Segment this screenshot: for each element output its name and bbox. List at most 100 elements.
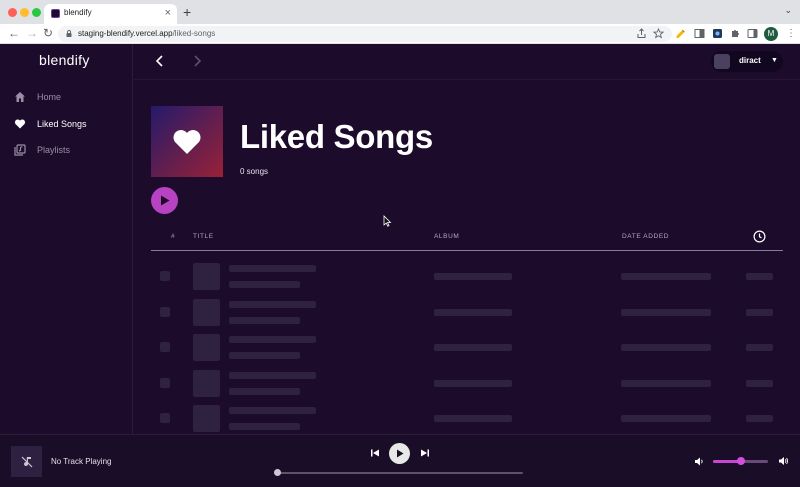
- skeleton-album: [434, 379, 512, 387]
- back-arrow-icon[interactable]: [152, 53, 168, 69]
- window-maximize-button[interactable]: [32, 8, 41, 17]
- skeleton-artist: [229, 316, 300, 324]
- skeleton-title: [229, 407, 316, 414]
- skeleton-album: [434, 273, 512, 280]
- column-header-title[interactable]: TITLE: [193, 233, 214, 240]
- user-menu-button[interactable]: diract ▼: [711, 51, 783, 72]
- url-path: /liked-songs: [172, 29, 216, 38]
- column-header-album[interactable]: ALBUM: [434, 233, 459, 240]
- next-track-icon[interactable]: [420, 448, 430, 458]
- user-name: diract: [739, 56, 761, 65]
- column-header-date-added[interactable]: DATE ADDED: [622, 233, 669, 240]
- skeleton-title: [229, 300, 316, 308]
- extensions-puzzle-icon[interactable]: [730, 28, 741, 39]
- skeleton-artwork: [193, 369, 220, 397]
- table-row: [134, 334, 800, 362]
- skeleton-number: [160, 271, 170, 281]
- skeleton-number: [160, 342, 170, 352]
- app-logo[interactable]: blendify: [39, 52, 90, 68]
- caret-down-icon: ▼: [771, 57, 778, 64]
- play-icon: [396, 449, 403, 458]
- volume-knob[interactable]: [736, 457, 745, 465]
- skeleton-album: [434, 344, 512, 351]
- skeleton-artwork: [193, 334, 220, 361]
- favicon-icon: [51, 9, 60, 18]
- clock-icon: [753, 230, 766, 243]
- extension-app-icon[interactable]: [712, 28, 723, 39]
- window-minimize-button[interactable]: [20, 8, 29, 17]
- skeleton-artwork: [193, 298, 220, 326]
- music-off-icon: [21, 456, 32, 467]
- url-text: staging-blendify.vercel.app/liked-songs: [78, 29, 215, 38]
- skeleton-duration: [746, 379, 773, 387]
- now-playing-artwork: [11, 446, 42, 477]
- forward-arrow-icon[interactable]: [189, 53, 205, 69]
- skeleton-artist: [229, 281, 300, 288]
- sidebar-item-label: Playlists: [37, 145, 71, 155]
- skeleton-duration: [746, 415, 773, 422]
- player-bar: No Track Playing: [0, 434, 800, 487]
- address-bar[interactable]: staging-blendify.vercel.app/liked-songs: [58, 26, 672, 42]
- volume-high-icon[interactable]: [778, 456, 789, 466]
- table-row: [134, 298, 800, 327]
- top-bar: diract ▼: [134, 44, 800, 80]
- volume-low-icon[interactable]: [694, 457, 704, 466]
- browser-tab-bar: blendify × + ⌄: [0, 0, 800, 24]
- extension-pencil-icon[interactable]: [675, 28, 686, 39]
- tab-close-button[interactable]: ×: [165, 6, 171, 20]
- column-header-number: #: [171, 233, 176, 240]
- progress-knob[interactable]: [274, 469, 281, 476]
- browser-forward-icon[interactable]: →: [26, 25, 38, 41]
- sidebar-item-liked-songs[interactable]: Liked Songs: [14, 114, 124, 134]
- window-close-button[interactable]: [8, 8, 17, 17]
- browser-menu-icon[interactable]: ⋮: [786, 27, 796, 41]
- sidebar-item-home[interactable]: Home: [14, 87, 124, 107]
- skeleton-artist: [229, 352, 300, 359]
- skeleton-artwork: [193, 263, 220, 290]
- previous-track-icon[interactable]: [370, 448, 380, 458]
- skeleton-duration: [746, 308, 773, 316]
- mouse-cursor-icon: [383, 215, 392, 227]
- lock-icon: [66, 30, 72, 37]
- skeleton-artist: [229, 387, 300, 395]
- play-all-button[interactable]: [151, 187, 178, 214]
- extension-reader-icon[interactable]: [694, 28, 705, 39]
- heart-icon: [173, 129, 201, 154]
- heart-icon: [14, 119, 26, 129]
- volume-slider[interactable]: [713, 457, 768, 465]
- playlist-cover: [151, 106, 223, 177]
- tab-title: blendify: [64, 8, 92, 17]
- sidebar-item-playlists[interactable]: Playlists: [14, 140, 124, 160]
- skeleton-artwork: [193, 405, 220, 432]
- skeleton-album: [434, 415, 512, 422]
- page-title: Liked Songs: [240, 118, 433, 155]
- sidebar: blendify Home Liked Songs Playlists: [0, 44, 133, 434]
- table-row: [134, 369, 800, 398]
- skeleton-duration: [746, 344, 773, 351]
- progress-bar[interactable]: [274, 469, 523, 476]
- avatar: [714, 54, 730, 69]
- browser-tab[interactable]: blendify ×: [44, 4, 177, 24]
- browser-back-icon[interactable]: ←: [8, 25, 20, 41]
- browser-toolbar: ← → ↻ staging-blendify.vercel.app/liked-…: [0, 24, 800, 44]
- main-content: diract ▼ Liked Songs 0 songs # TITLE ALB…: [134, 44, 800, 434]
- table-row: [134, 405, 800, 433]
- new-tab-button[interactable]: +: [183, 3, 191, 21]
- skeleton-number: [160, 413, 170, 423]
- tab-search-chevron-icon[interactable]: ⌄: [784, 5, 792, 16]
- table-row: [134, 263, 800, 291]
- profile-avatar[interactable]: M: [764, 27, 778, 41]
- side-panel-icon[interactable]: [747, 28, 758, 39]
- skeleton-date: [621, 308, 711, 316]
- skeleton-date: [621, 273, 711, 280]
- now-playing-text: No Track Playing: [51, 457, 112, 466]
- skeleton-album: [434, 308, 512, 316]
- skeleton-number: [160, 377, 170, 388]
- share-icon[interactable]: [636, 28, 647, 39]
- song-count: 0 songs: [240, 167, 269, 176]
- play-pause-button[interactable]: [389, 443, 410, 464]
- skeleton-number: [160, 306, 170, 317]
- bookmark-star-icon[interactable]: [653, 28, 664, 39]
- reload-icon[interactable]: ↻: [43, 25, 53, 41]
- skeleton-title: [229, 265, 316, 272]
